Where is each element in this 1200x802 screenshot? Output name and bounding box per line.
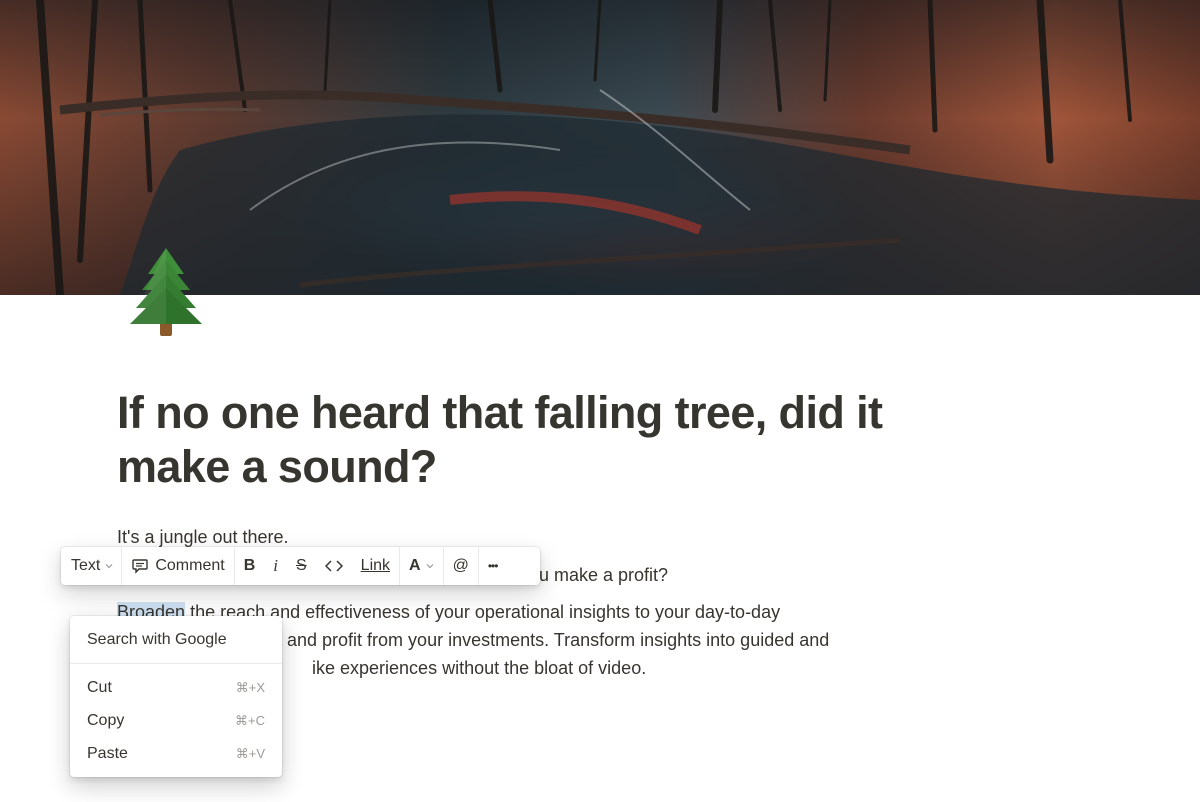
strikethrough-button[interactable]: S [287, 547, 316, 585]
menu-item-paste-label: Paste [87, 745, 128, 762]
menu-item-search-google-label: Search with Google [87, 631, 227, 648]
context-menu: Search with Google Cut ⌘+X Copy ⌘+C Past… [70, 616, 282, 777]
menu-item-paste-shortcut: ⌘+V [235, 746, 265, 761]
menu-item-search-google[interactable]: Search with Google [70, 625, 282, 655]
italic-button[interactable]: i [264, 547, 287, 585]
page-title[interactable]: If no one heard that falling tree, did i… [117, 386, 917, 494]
menu-item-cut[interactable]: Cut ⌘+X [70, 673, 282, 703]
mention-button[interactable]: @ [444, 547, 478, 585]
paragraph-3-line-3: ike experiences without the bloat of vid… [312, 658, 647, 678]
block-type-dropdown[interactable]: Text [61, 547, 121, 585]
link-button[interactable]: Link [352, 547, 399, 585]
menu-item-copy-shortcut: ⌘+C [235, 713, 265, 728]
more-group: ••• [479, 547, 507, 585]
block-type-label: Text [71, 557, 101, 574]
more-options-button[interactable]: ••• [479, 547, 507, 585]
comment-group: Comment [122, 547, 235, 585]
bold-button[interactable]: B [235, 547, 265, 585]
text-style-group: B i S Link [235, 547, 401, 585]
code-icon [324, 560, 343, 572]
comment-icon [132, 559, 149, 574]
formatting-toolbar: Text Comment B i S Link A @ ••• [61, 547, 540, 585]
chevron-down-icon [105, 564, 113, 569]
menu-item-copy[interactable]: Copy ⌘+C [70, 706, 282, 736]
tree-icon[interactable] [124, 244, 208, 340]
menu-item-copy-label: Copy [87, 712, 125, 729]
menu-item-paste[interactable]: Paste ⌘+V [70, 739, 282, 769]
comment-label: Comment [155, 557, 225, 574]
paragraph-2-text: u make a profit? [539, 565, 669, 585]
menu-divider [70, 663, 282, 664]
block-type-group: Text [61, 547, 123, 585]
comment-button[interactable]: Comment [122, 547, 233, 585]
chevron-down-icon [426, 564, 434, 569]
paragraph-3-line-2: and profit from your investments. Transf… [287, 630, 830, 650]
notion-page: If no one heard that falling tree, did i… [0, 0, 1200, 802]
mention-group: @ [444, 547, 479, 585]
code-button[interactable] [316, 547, 352, 585]
menu-item-cut-shortcut: ⌘+X [235, 680, 265, 695]
text-color-button[interactable]: A [400, 547, 443, 585]
color-group: A [400, 547, 444, 585]
text-color-label: A [409, 557, 421, 574]
menu-item-cut-label: Cut [87, 679, 112, 696]
